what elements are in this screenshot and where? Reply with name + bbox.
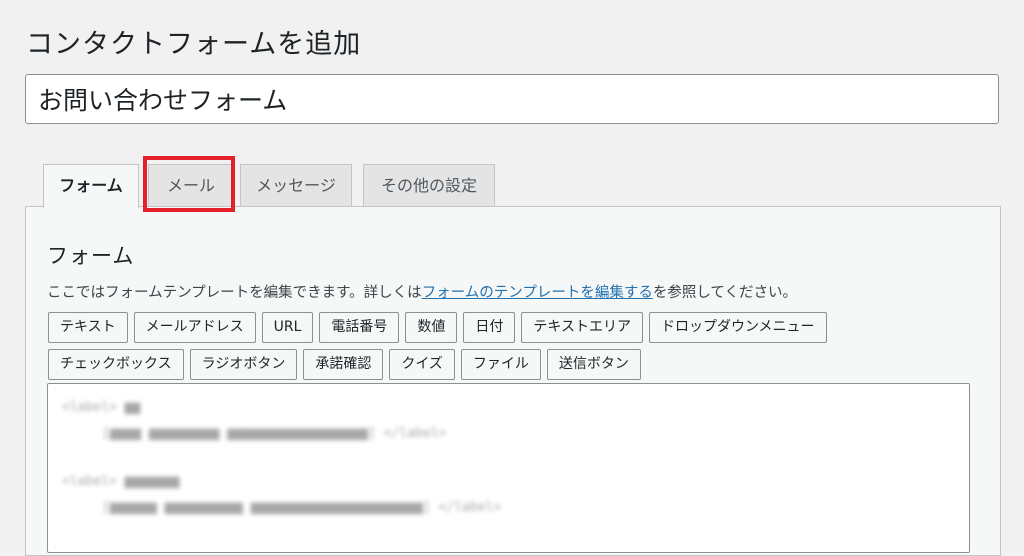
tag-text-button[interactable]: テキスト (48, 312, 128, 343)
tab-messages[interactable]: メッセージ (240, 164, 352, 206)
blurred-code-line: <label> ▆▆ (62, 400, 141, 415)
blurred-code-line: <label> ▆▆▆▆▆▆▆ (62, 474, 180, 489)
panel-description: ここではフォームテンプレートを編集できます。詳しくはフォームのテンプレートを編集… (47, 281, 797, 302)
tag-checkbox-button[interactable]: チェックボックス (48, 349, 184, 380)
form-title-input[interactable] (25, 74, 999, 124)
tag-submit-button[interactable]: 送信ボタン (546, 349, 641, 380)
tag-file-button[interactable]: ファイル (460, 349, 541, 380)
tag-email-button[interactable]: メールアドレス (133, 312, 256, 343)
description-suffix: を参照してください。 (652, 285, 797, 301)
tag-generator-row-1: テキスト メールアドレス URL 電話番号 数値 日付 テキストエリア ドロップ… (48, 312, 827, 343)
tag-date-button[interactable]: 日付 (463, 312, 516, 343)
blurred-code-line: [▆▆▆▆▆▆ ▆▆▆▆▆▆▆▆▆▆ ▆▆▆▆▆▆▆▆▆▆▆▆▆▆▆▆▆▆▆▆▆… (102, 500, 502, 515)
tab-additional-settings[interactable]: その他の設定 (363, 164, 495, 206)
panel-heading: フォーム (47, 244, 135, 268)
tag-acceptance-button[interactable]: 承諾確認 (303, 349, 384, 380)
tag-textarea-button[interactable]: テキストエリア (521, 312, 643, 343)
template-help-link[interactable]: フォームのテンプレートを編集する (422, 285, 653, 301)
tab-mail[interactable]: メール (148, 164, 234, 206)
tag-dropdown-button[interactable]: ドロップダウンメニュー (648, 312, 827, 343)
blurred-code-line: [▆▆▆▆ ▆▆▆▆▆▆▆▆▆ ▆▆▆▆▆▆▆▆▆▆▆▆▆▆▆▆▆▆] </la… (102, 426, 447, 441)
form-template-editor[interactable]: <label> ▆▆ [▆▆▆▆ ▆▆▆▆▆▆▆▆▆ ▆▆▆▆▆▆▆▆▆▆▆▆▆… (47, 383, 970, 553)
page-title: コンタクトフォームを追加 (26, 29, 362, 60)
description-text: ここではフォームテンプレートを編集できます。詳しくは (47, 285, 422, 301)
tag-radio-button[interactable]: ラジオボタン (189, 349, 298, 380)
tab-form[interactable]: フォーム (43, 164, 139, 208)
tag-generator-row-2: チェックボックス ラジオボタン 承諾確認 クイズ ファイル 送信ボタン (48, 349, 641, 380)
tag-tel-button[interactable]: 電話番号 (319, 312, 400, 343)
tag-number-button[interactable]: 数値 (405, 312, 458, 343)
tag-quiz-button[interactable]: クイズ (389, 349, 455, 380)
tag-url-button[interactable]: URL (261, 312, 314, 343)
